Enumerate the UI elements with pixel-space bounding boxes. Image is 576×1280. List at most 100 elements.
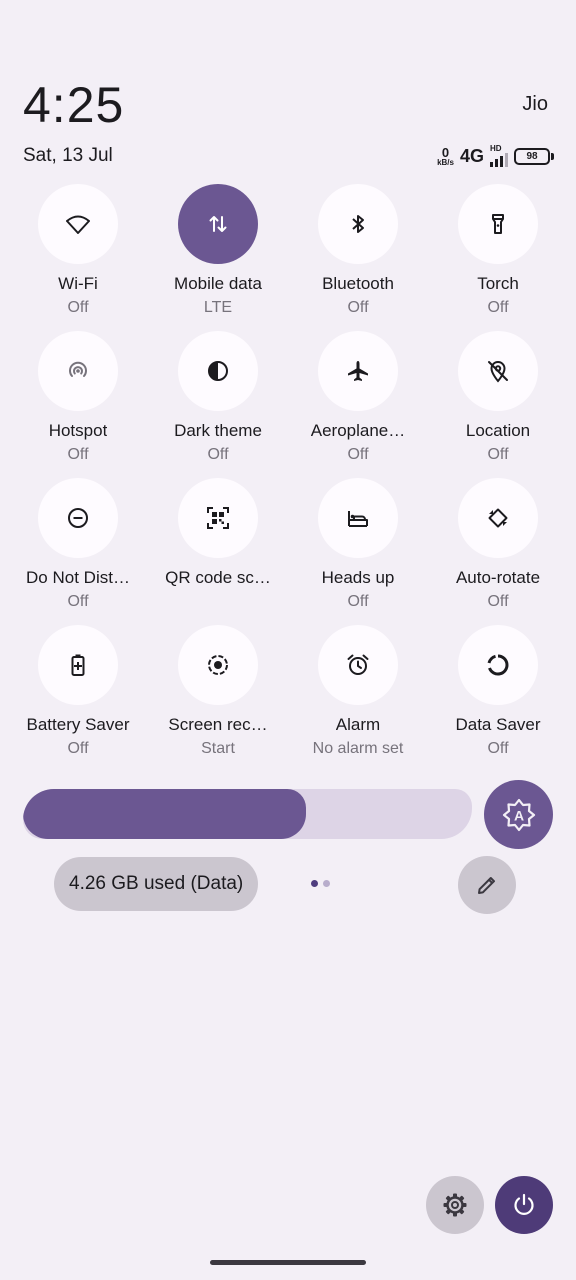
gear-icon bbox=[443, 1193, 467, 1217]
tile-toggle-do-not-disturb[interactable] bbox=[38, 478, 118, 558]
bluetooth-icon bbox=[352, 215, 364, 233]
tile-mobile-data[interactable]: Mobile data LTE bbox=[148, 184, 288, 318]
carrier-name: Jio bbox=[522, 93, 548, 115]
network-speed-value: 0 bbox=[441, 144, 450, 160]
tile-label: Heads up bbox=[321, 568, 395, 587]
tile-status: Off bbox=[487, 446, 509, 463]
tile-toggle-mobile-data[interactable] bbox=[178, 184, 258, 264]
tile-location-off[interactable]: Location Off bbox=[428, 331, 568, 465]
edit-tiles-button[interactable] bbox=[458, 856, 516, 914]
page-dot bbox=[323, 880, 330, 887]
brightness-fill bbox=[23, 789, 306, 839]
tile-hotspot[interactable]: Hotspot Off bbox=[8, 331, 148, 465]
svg-text:A: A bbox=[513, 807, 523, 823]
power-icon bbox=[514, 1193, 534, 1215]
dark-theme-icon bbox=[208, 361, 228, 381]
tile-qr-code[interactable]: QR code sc… bbox=[148, 478, 288, 612]
mobile-data-icon bbox=[209, 216, 227, 232]
tile-status: Start bbox=[201, 740, 235, 757]
tile-toggle-qr-code[interactable] bbox=[178, 478, 258, 558]
tile-grid: Wi-Fi Off Mobile data LTE Bluetooth Off Torch O… bbox=[8, 184, 568, 759]
date[interactable]: Sat, 13 Jul bbox=[23, 145, 113, 167]
settings-button[interactable] bbox=[426, 1176, 484, 1234]
tile-label: Do Not Dist… bbox=[26, 568, 130, 587]
qr-code-icon bbox=[207, 507, 229, 529]
data-usage-button[interactable]: 4.26 GB used (Data) bbox=[54, 857, 259, 911]
quick-settings-panel: 4:25 Jio Sat, 13 Jul 0 kB/s 4G HD 98 Wi-… bbox=[0, 0, 576, 1280]
tile-status: Off bbox=[487, 740, 509, 757]
tile-toggle-hotspot[interactable] bbox=[38, 331, 118, 411]
tile-label: Alarm bbox=[335, 715, 381, 734]
tile-data-saver[interactable]: Data Saver Off bbox=[428, 625, 568, 759]
tile-label: Screen rec… bbox=[168, 715, 268, 734]
tile-alarm[interactable]: Alarm No alarm set bbox=[288, 625, 428, 759]
tile-toggle-torch[interactable] bbox=[458, 184, 538, 264]
tile-toggle-screen-record[interactable] bbox=[178, 625, 258, 705]
status-icons: 0 kB/s 4G HD 98 bbox=[437, 142, 554, 170]
battery-icon: 98 bbox=[514, 147, 554, 165]
signal-bars-icon bbox=[490, 153, 508, 167]
tile-status: Off bbox=[347, 446, 369, 463]
tile-dark-theme[interactable]: Dark theme Off bbox=[148, 331, 288, 465]
location-off-icon bbox=[488, 361, 508, 383]
tile-status: Off bbox=[67, 740, 89, 757]
do-not-disturb-icon bbox=[68, 508, 88, 528]
network-type: 4G bbox=[459, 145, 484, 166]
tile-toggle-auto-rotate[interactable] bbox=[458, 478, 538, 558]
tile-status: Off bbox=[487, 593, 509, 610]
network-speed: 0 kB/s bbox=[437, 146, 454, 167]
tile-label: Mobile data bbox=[174, 274, 262, 293]
tile-aeroplane[interactable]: Aeroplane… Off bbox=[288, 331, 428, 465]
tile-label: Location bbox=[465, 421, 531, 440]
alarm-icon bbox=[347, 654, 369, 675]
tile-toggle-dark-theme[interactable] bbox=[178, 331, 258, 411]
pencil-icon bbox=[478, 877, 495, 894]
tile-label: Aeroplane… bbox=[310, 421, 406, 440]
clock[interactable]: 4:25 bbox=[23, 76, 124, 134]
tile-label: Bluetooth bbox=[322, 274, 394, 293]
tile-status: No alarm set bbox=[312, 740, 404, 757]
network-speed-unit: kB/s bbox=[437, 157, 454, 167]
tile-toggle-bluetooth[interactable] bbox=[318, 184, 398, 264]
tile-label: Hotspot bbox=[48, 421, 108, 440]
tile-toggle-wifi[interactable] bbox=[38, 184, 118, 264]
home-gesture-bar[interactable] bbox=[210, 1260, 366, 1265]
tile-status: Off bbox=[67, 446, 89, 463]
tile-toggle-alarm[interactable] bbox=[318, 625, 398, 705]
tile-label: Data Saver bbox=[455, 715, 541, 734]
tile-toggle-battery-saver[interactable] bbox=[38, 625, 118, 705]
tile-screen-record[interactable]: Screen rec… Start bbox=[148, 625, 288, 759]
wifi-icon bbox=[66, 215, 90, 234]
tile-label: Battery Saver bbox=[26, 715, 130, 734]
tile-status: LTE bbox=[203, 299, 233, 316]
tile-toggle-data-saver[interactable] bbox=[458, 625, 538, 705]
tile-bluetooth[interactable]: Bluetooth Off bbox=[288, 184, 428, 318]
tile-battery-saver[interactable]: Battery Saver Off bbox=[8, 625, 148, 759]
tile-toggle-location-off[interactable] bbox=[458, 331, 538, 411]
tile-do-not-disturb[interactable]: Do Not Dist… Off bbox=[8, 478, 148, 612]
tile-label: Dark theme bbox=[174, 421, 262, 440]
tile-status: Off bbox=[347, 593, 369, 610]
tile-label: Torch bbox=[477, 274, 519, 293]
tile-toggle-aeroplane[interactable] bbox=[318, 331, 398, 411]
tile-label: Auto-rotate bbox=[455, 568, 541, 587]
tile-torch[interactable]: Torch Off bbox=[428, 184, 568, 318]
tile-heads-up[interactable]: Heads up Off bbox=[288, 478, 428, 612]
hotspot-icon bbox=[69, 361, 87, 377]
auto-brightness-button[interactable]: A bbox=[484, 780, 553, 849]
tile-status: Off bbox=[67, 593, 89, 610]
tile-status: Off bbox=[207, 446, 229, 463]
tile-label: Wi-Fi bbox=[58, 274, 98, 293]
screen-record-icon bbox=[208, 655, 228, 675]
tile-auto-rotate[interactable]: Auto-rotate Off bbox=[428, 478, 568, 612]
tile-wifi[interactable]: Wi-Fi Off bbox=[8, 184, 148, 318]
tile-status: Off bbox=[487, 299, 509, 316]
tile-label: QR code sc… bbox=[165, 568, 271, 587]
data-saver-icon bbox=[487, 654, 509, 676]
brightness-slider[interactable] bbox=[23, 789, 472, 839]
auto-brightness-icon: A bbox=[502, 798, 535, 831]
page-indicator bbox=[311, 880, 330, 887]
hd-label: HD bbox=[490, 144, 502, 153]
power-button[interactable] bbox=[495, 1176, 553, 1234]
tile-toggle-heads-up[interactable] bbox=[318, 478, 398, 558]
